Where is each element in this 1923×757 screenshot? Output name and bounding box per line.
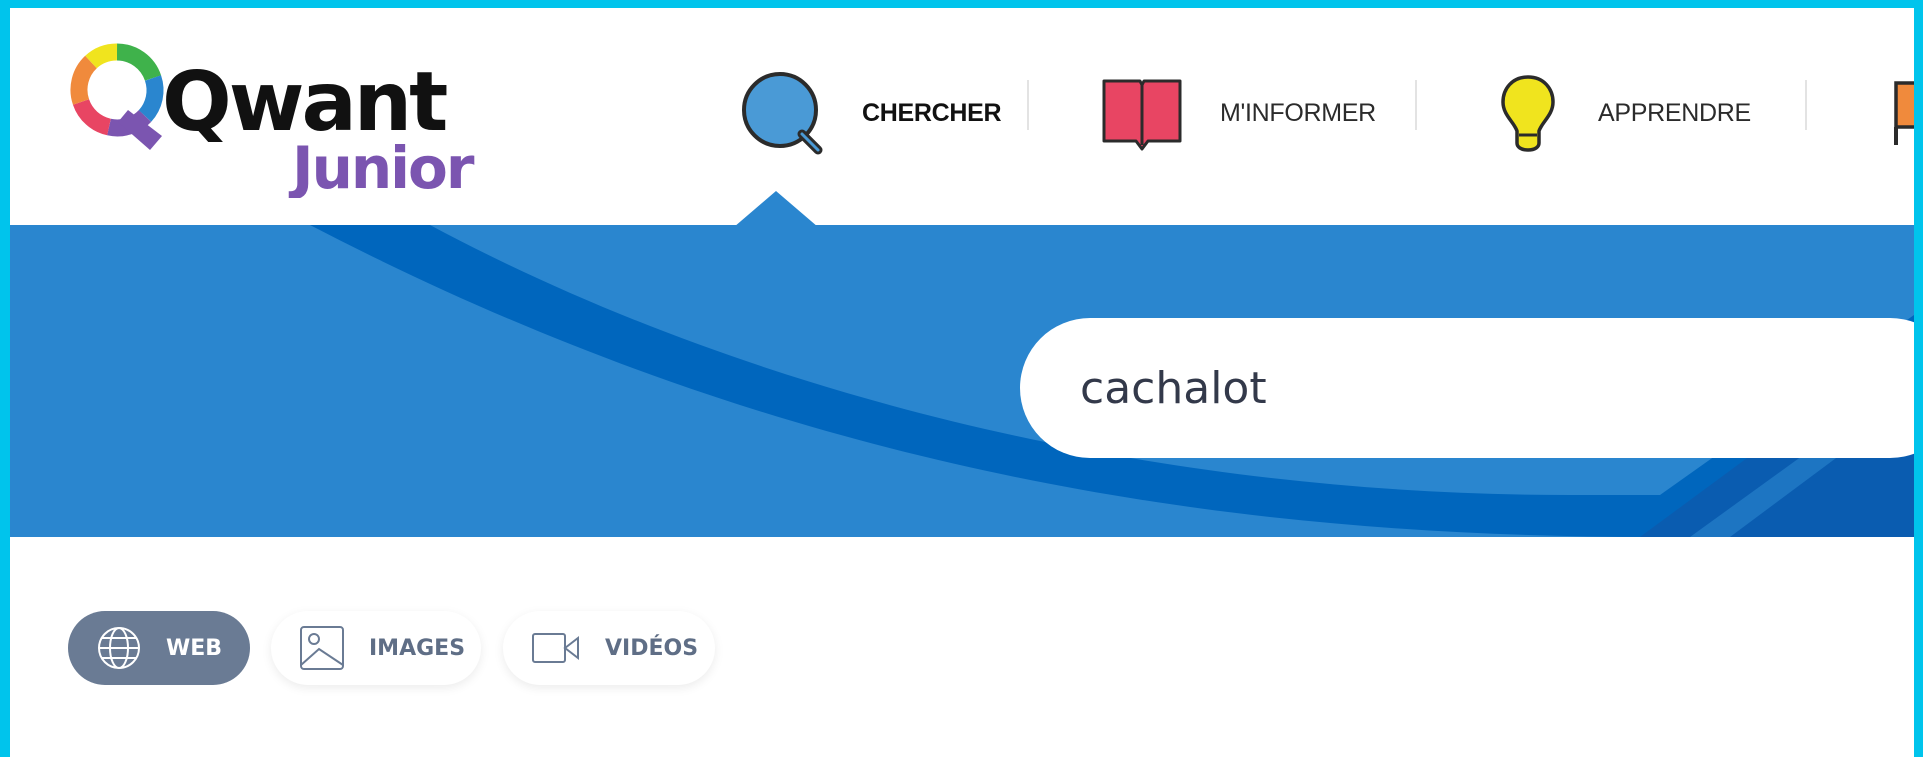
tab-web[interactable]: WEB bbox=[68, 611, 250, 685]
nav-item-more[interactable] bbox=[1888, 58, 1914, 168]
flag-icon bbox=[1888, 73, 1914, 153]
nav-divider bbox=[1805, 80, 1807, 130]
browser-viewport: Qwant Junior CHERCHER M'INFORMER APPREND… bbox=[10, 8, 1914, 757]
logo-subtitle: Junior bbox=[288, 134, 475, 198]
nav-item-chercher[interactable]: CHERCHER bbox=[740, 58, 1002, 168]
tab-videos[interactable]: VIDÉOS bbox=[503, 611, 715, 685]
search-input[interactable] bbox=[1080, 348, 1900, 428]
tab-images-label: IMAGES bbox=[369, 635, 466, 661]
search-hero-banner bbox=[10, 225, 1914, 537]
magnifier-icon bbox=[740, 70, 826, 156]
tab-web-label: WEB bbox=[166, 635, 223, 661]
search-box[interactable] bbox=[1020, 318, 1914, 458]
nav-item-minformer[interactable]: M'INFORMER bbox=[1100, 58, 1376, 168]
logo-graphic: Qwant Junior bbox=[70, 43, 477, 202]
nav-divider bbox=[1027, 80, 1029, 130]
video-icon bbox=[531, 628, 581, 668]
active-nav-indicator bbox=[734, 191, 818, 227]
lightbulb-icon bbox=[1498, 73, 1558, 153]
image-icon bbox=[299, 625, 345, 671]
nav-label-chercher: CHERCHER bbox=[862, 98, 1002, 127]
globe-icon bbox=[96, 625, 142, 671]
nav-label-minformer: M'INFORMER bbox=[1220, 98, 1376, 127]
qwant-junior-logo[interactable]: Qwant Junior bbox=[70, 38, 490, 202]
tab-videos-label: VIDÉOS bbox=[605, 635, 699, 661]
header: Qwant Junior CHERCHER M'INFORMER APPREND… bbox=[10, 8, 1914, 227]
nav-divider bbox=[1415, 80, 1417, 130]
nav-item-apprendre[interactable]: APPRENDRE bbox=[1498, 58, 1751, 168]
tab-images[interactable]: IMAGES bbox=[271, 611, 481, 685]
nav-label-apprendre: APPRENDRE bbox=[1598, 98, 1751, 127]
book-icon bbox=[1100, 73, 1184, 153]
